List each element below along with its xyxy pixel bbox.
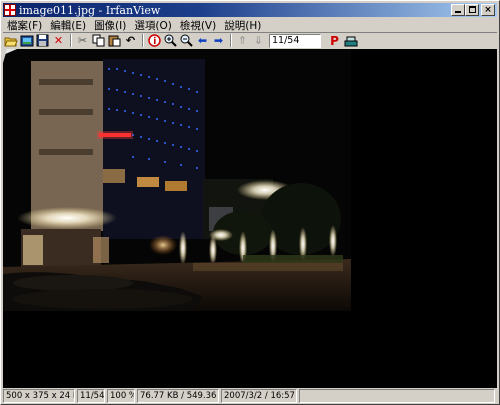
status-zoom: 100 % [107, 389, 135, 403]
toolbar-separator [70, 34, 72, 47]
slideshow-icon[interactable] [19, 34, 34, 48]
minimize-button[interactable] [451, 4, 465, 16]
close-button[interactable]: × [481, 4, 495, 16]
save-icon[interactable] [35, 34, 50, 48]
menu-image[interactable]: 圖像(I) [90, 18, 130, 33]
status-bar: 500 x 375 x 24 BPP 11/54 100 % 76.77 KB … [3, 389, 497, 403]
toolbar: ✕ ✂ ↶ ⬅ ➡ ⇑ ⇓ 11/54 P [3, 32, 497, 48]
zoom-out-icon[interactable] [179, 34, 194, 48]
status-file-size: 76.77 KB / 549.36 KB [137, 389, 219, 403]
delete-icon[interactable]: ✕ [51, 34, 66, 48]
zoom-in-icon[interactable] [163, 34, 178, 48]
next-icon[interactable]: ➡ [211, 34, 226, 48]
page-down-icon[interactable]: ⇓ [251, 34, 266, 48]
paste-icon[interactable] [107, 34, 122, 48]
image-viewport[interactable] [3, 49, 497, 388]
menu-file[interactable]: 檔案(F) [3, 18, 46, 33]
title-bar[interactable]: image011.jpg - IrfanView × [3, 3, 497, 17]
close-icon: × [484, 5, 492, 15]
maximize-button[interactable] [465, 4, 479, 16]
info-icon[interactable] [147, 34, 162, 48]
menu-view[interactable]: 檢視(V) [176, 18, 220, 33]
night-building-photo [3, 49, 351, 311]
toolbar-separator [230, 34, 232, 47]
menu-edit[interactable]: 編輯(E) [46, 18, 90, 33]
previous-icon[interactable]: ⬅ [195, 34, 210, 48]
undo-icon[interactable]: ↶ [123, 34, 138, 48]
menu-bar: 檔案(F) 編輯(E) 圖像(I) 選項(O) 檢視(V) 說明(H) [3, 18, 265, 33]
page-up-icon[interactable]: ⇑ [235, 34, 250, 48]
acquire-icon[interactable] [343, 34, 358, 48]
window-title: image011.jpg - IrfanView [19, 3, 161, 17]
copy-icon[interactable] [91, 34, 106, 48]
minimize-icon [455, 11, 461, 13]
status-index: 11/54 [77, 389, 105, 403]
title-buttons: × [451, 4, 495, 16]
irfanview-window: image011.jpg - IrfanView × 檔案(F) 編輯(E) 圖… [0, 0, 500, 405]
toolbar-separator [142, 34, 144, 47]
menu-help[interactable]: 說明(H) [220, 18, 265, 33]
page-number-field[interactable]: 11/54 [269, 33, 321, 48]
status-datetime: 2007/3/2 / 16:57:42 [221, 389, 297, 403]
print-icon[interactable]: P [327, 34, 342, 48]
status-extra [299, 389, 495, 403]
menu-options[interactable]: 選項(O) [130, 18, 175, 33]
cut-icon[interactable]: ✂ [75, 34, 90, 48]
photo-graphic [3, 49, 351, 311]
irfanview-app-icon[interactable] [4, 4, 16, 16]
maximize-icon [469, 6, 476, 13]
status-dimensions: 500 x 375 x 24 BPP [3, 389, 75, 403]
open-folder-icon[interactable] [3, 34, 18, 48]
